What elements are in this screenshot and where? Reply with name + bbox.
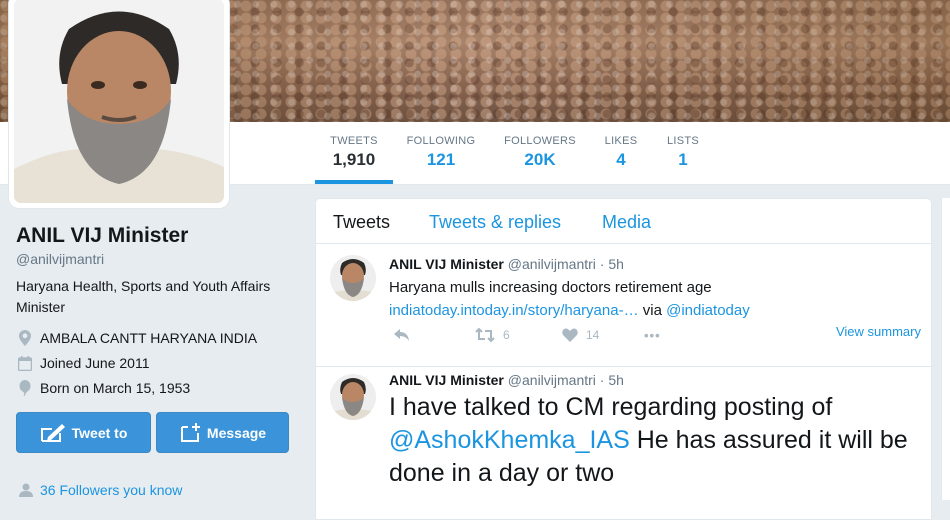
stat-lists[interactable]: LISTS 1 — [662, 122, 704, 184]
timeline-tabs: Tweets Tweets & replies Media — [316, 199, 931, 244]
calendar-icon — [16, 355, 34, 371]
view-summary-link[interactable]: View summary — [836, 324, 921, 339]
stat-likes-label: LIKES — [604, 135, 638, 147]
tweet-author-name[interactable]: ANIL VIJ Minister — [389, 256, 504, 272]
stat-tweets-label: TWEETS — [330, 135, 378, 147]
tweet-text: I have talked to CM regarding posting of… — [389, 391, 914, 490]
followers-you-know-link[interactable]: 36 Followers you know — [18, 482, 182, 498]
like-count: 14 — [586, 328, 600, 342]
tweet-author-handle[interactable]: @anilvijmantri — [508, 256, 596, 272]
right-column-edge — [941, 198, 950, 500]
message-icon — [180, 422, 200, 442]
profile-birthday-text: Born on March 15, 1953 — [40, 380, 191, 396]
stat-tweets[interactable]: TWEETS 1,910 — [315, 122, 393, 184]
compose-icon — [40, 423, 65, 442]
stat-followers-label: FOLLOWERS — [504, 135, 576, 147]
tweet-item[interactable]: ANIL VIJ Minister @anilvijmantri · 5h Ha… — [316, 244, 931, 367]
reply-button[interactable] — [394, 328, 410, 342]
message-label: Message — [206, 424, 267, 441]
balloon-icon — [16, 380, 34, 396]
stat-tweets-value: 1,910 — [332, 150, 376, 169]
profile-handle[interactable]: @anilvijmantri — [16, 251, 104, 267]
tweet-avatar[interactable] — [330, 374, 376, 420]
message-button[interactable]: Message — [156, 412, 289, 453]
profile-birthday: Born on March 15, 1953 — [16, 380, 190, 396]
tweet-mention[interactable]: @AshokKhemka_IAS — [389, 426, 630, 454]
tweet-body: I have talked to CM regarding posting of — [389, 393, 833, 421]
heart-icon — [562, 328, 578, 342]
location-pin-icon — [16, 330, 34, 346]
stat-likes[interactable]: LIKES 4 — [598, 122, 644, 184]
tab-tweets-replies[interactable]: Tweets & replies — [429, 212, 561, 233]
profile-joined: Joined June 2011 — [16, 355, 150, 371]
tab-tweets[interactable]: Tweets — [333, 212, 390, 233]
stat-followers[interactable]: FOLLOWERS 20K — [500, 122, 580, 184]
tweet-header: ANIL VIJ Minister @anilvijmantri · 5h — [389, 372, 624, 388]
tab-media[interactable]: Media — [602, 212, 651, 233]
profile-photo — [14, 0, 224, 203]
tweet-author-name[interactable]: ANIL VIJ Minister — [389, 372, 504, 388]
profile-location: AMBALA CANTT HARYANA INDIA — [16, 330, 257, 346]
person-icon — [19, 483, 33, 497]
stat-following-value: 121 — [426, 150, 456, 169]
more-options-button[interactable]: ••• — [644, 328, 661, 343]
profile-avatar[interactable] — [9, 0, 229, 208]
retweet-button[interactable]: 6 — [475, 328, 510, 342]
profile-joined-text: Joined June 2011 — [40, 355, 150, 371]
tweet-text: Haryana mulls increasing doctors retirem… — [389, 276, 909, 322]
stat-followers-value: 20K — [524, 150, 556, 169]
tweet-to-label: Tweet to — [71, 424, 128, 441]
tweet-author-handle[interactable]: @anilvijmantri — [508, 372, 596, 388]
stat-lists-value: 1 — [678, 150, 688, 169]
tweet-time[interactable]: · 5h — [600, 256, 624, 272]
like-button[interactable]: 14 — [562, 328, 599, 342]
tweet-avatar[interactable] — [330, 255, 376, 301]
tweet-body: Haryana mulls increasing doctors retirem… — [389, 279, 712, 296]
tweet-link[interactable]: indiatoday.intoday.in/story/haryana-… — [389, 302, 639, 319]
retweet-icon — [475, 328, 495, 342]
stat-following[interactable]: FOLLOWING 121 — [403, 122, 479, 184]
profile-location-text: AMBALA CANTT HARYANA INDIA — [40, 330, 258, 346]
profile-bio: Haryana Health, Sports and Youth Affairs… — [16, 278, 271, 315]
retweet-count: 6 — [503, 328, 510, 342]
tweet-via: via — [638, 302, 667, 319]
tweet-mention[interactable]: @indiatoday — [666, 302, 750, 319]
stat-lists-label: LISTS — [666, 135, 700, 147]
tweet-item[interactable]: ANIL VIJ Minister @anilvijmantri · 5h I … — [316, 367, 931, 519]
timeline: Tweets Tweets & replies Media ANIL VIJ M… — [315, 198, 932, 520]
stat-likes-value: 4 — [616, 150, 626, 169]
profile-name[interactable]: ANIL VIJ Minister — [16, 224, 188, 248]
reply-icon — [394, 329, 409, 341]
tweet-time[interactable]: · 5h — [600, 372, 624, 388]
tweet-to-button[interactable]: Tweet to — [16, 412, 151, 453]
followers-you-know-text: 36 Followers you know — [40, 482, 183, 498]
tweet-header: ANIL VIJ Minister @anilvijmantri · 5h — [389, 256, 624, 272]
stat-following-label: FOLLOWING — [406, 135, 476, 147]
